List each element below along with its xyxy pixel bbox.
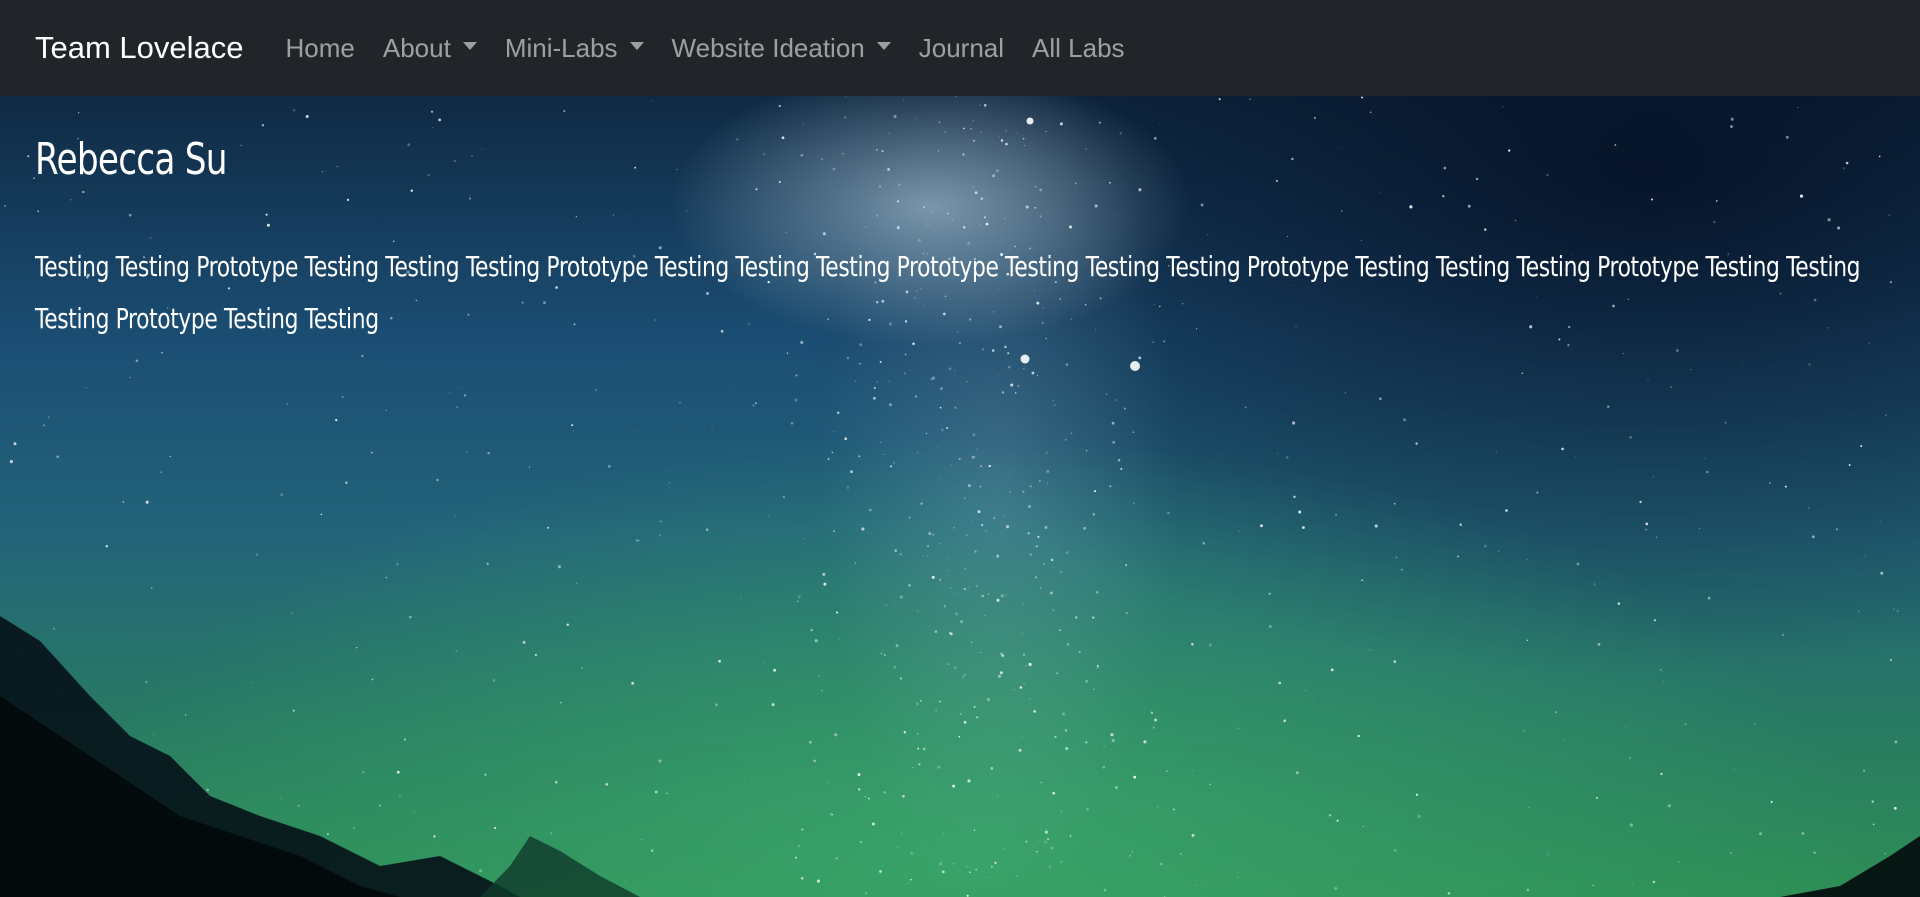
nav-item-label: Website Ideation [671,32,865,63]
caret-down-icon [462,42,477,50]
main-content: Rebecca Su Testing Testing Prototype Tes… [35,96,1885,345]
nav-list: Home About Mini-Labs Website Ideation Jo… [272,33,1139,64]
nav-item-all-labs[interactable]: All Labs [1018,33,1139,64]
nav-item-mini-labs[interactable]: Mini-Labs [491,33,658,64]
caret-down-icon [629,42,644,50]
caret-down-icon [876,42,891,50]
nav-item-label: Home [285,32,355,63]
intro-paragraph: Testing Testing Prototype Testing Testin… [35,250,1861,335]
navbar-brand[interactable]: Team Lovelace [35,30,244,66]
nav-item-website-ideation[interactable]: Website Ideation [658,33,905,64]
nav-item-about[interactable]: About [369,33,491,64]
nav-item-label: About [382,32,451,63]
nav-item-label: All Labs [1032,32,1125,63]
page-title: Rebecca Su [35,134,228,185]
nav-item-label: Journal [918,32,1005,63]
nav-item-label: Mini-Labs [504,32,618,63]
top-navbar: Team Lovelace Home About Mini-Labs Websi… [0,0,1920,96]
nav-item-journal[interactable]: Journal [905,33,1018,64]
hero-background: Rebecca Su Testing Testing Prototype Tes… [0,96,1920,897]
nav-item-home[interactable]: Home [272,33,369,64]
